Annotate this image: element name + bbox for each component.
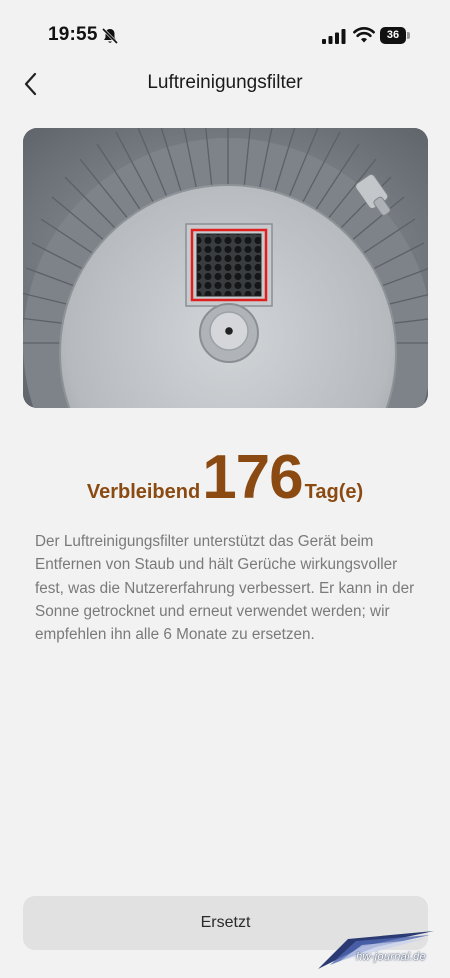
filter-photo xyxy=(23,128,428,408)
watermark-logo: hw-journal.de xyxy=(318,925,438,973)
remaining-label: Verbleibend xyxy=(86,481,201,503)
battery-icon: 36 xyxy=(380,27,410,44)
hw-journal-logo-icon xyxy=(318,931,434,969)
cellular-signal-icon xyxy=(322,29,346,44)
battery-level: 36 xyxy=(380,27,406,44)
bell-slash-icon xyxy=(101,27,119,45)
nav-bar: Luftreinigungsfilter xyxy=(0,60,450,108)
remaining-days-value: 176 xyxy=(202,443,303,512)
status-time: 19:55 xyxy=(48,24,98,45)
filter-illustration xyxy=(23,128,428,408)
remaining-unit: Tag(e) xyxy=(304,481,364,503)
page-title: Luftreinigungsfilter xyxy=(147,72,303,93)
wifi-icon xyxy=(353,27,375,43)
filter-description: Der Luftreinigungsfilter unterstützt das… xyxy=(35,533,415,644)
watermark-text: hw-journal.de xyxy=(356,951,426,963)
status-bar: 19:55 36 xyxy=(0,0,450,56)
remaining-days: Verbleibend176 Tag(e) xyxy=(0,442,450,516)
